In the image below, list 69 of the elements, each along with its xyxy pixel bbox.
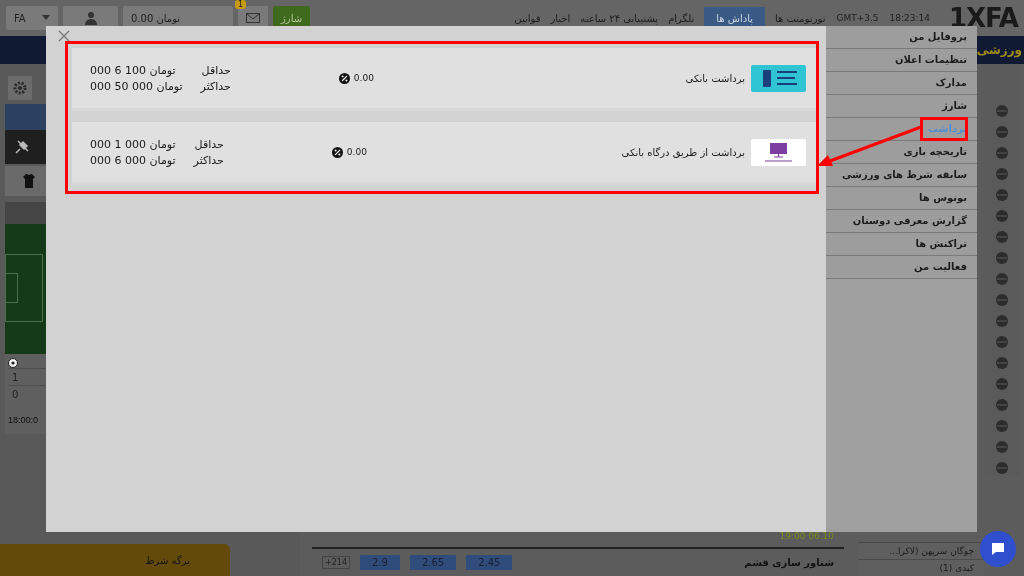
method-name: برداشت بانکی [684,72,745,84]
sports-section-tab[interactable]: ورزشی [976,43,1022,57]
account-menu-item[interactable]: شارژ [826,95,977,118]
sport-icon[interactable] [995,167,1009,181]
sport-icon[interactable] [995,335,1009,349]
message-count-badge: 1 [235,0,247,9]
account-menu-item[interactable]: مدارک [826,72,977,95]
sport-icon[interactable] [995,398,1009,412]
sport-icon[interactable] [995,440,1009,454]
sport-icon[interactable] [995,188,1009,202]
sport-icon[interactable] [995,314,1009,328]
limit-amount: 000 1 000 تومان [90,137,176,151]
sport-list-item[interactable]: کبدی (1) [858,559,984,576]
match-time: 18:00:0 [8,415,39,425]
limit-label: حداقل [200,63,231,77]
sport-icon[interactable] [995,104,1009,118]
nav-link[interactable]: تلگرام [668,12,695,24]
sport-icon[interactable] [995,272,1009,286]
limit-label: حداقل [193,137,224,151]
caret-icon [42,15,50,21]
match-name: شناور سازی قشم [744,557,834,568]
limit-amount: 000 6 000 تومان [90,153,176,167]
account-menu-item[interactable]: پروفایل من [826,26,977,49]
sport-icon[interactable] [995,209,1009,223]
bet-slip-tab[interactable]: برگه شرط [0,544,230,576]
account-menu-item[interactable]: تنظیمات اعلان [826,49,977,72]
language-select[interactable]: FA [6,6,58,30]
account-menu-item[interactable]: فعالیت من [826,256,977,279]
sport-icon[interactable] [995,146,1009,160]
timezone-label: GMT+3.5 [836,13,879,23]
pin-icon[interactable] [15,140,29,154]
chat-icon [990,541,1006,557]
sport-icon[interactable] [995,251,1009,265]
ball-icon [8,358,18,368]
chat-button[interactable] [980,531,1016,567]
limit-amount: 000 6 100 تومان [90,63,177,77]
score-value: 1 [11,371,19,383]
fee-value: 0.00 [353,73,374,83]
nav-link[interactable]: اخبار [550,12,571,24]
sport-icon[interactable] [995,125,1009,139]
method-name: برداشت از طریق درگاه بانکی [620,146,745,158]
limit-label: حداکثر [193,153,224,167]
sport-icon[interactable] [995,293,1009,307]
close-icon[interactable] [58,30,72,44]
sport-icon[interactable] [995,419,1009,433]
nav-link[interactable]: پشتیبانی ۲۴ ساعته [580,12,659,24]
shirt-icon [23,174,35,188]
nav-link[interactable]: تورنومنت ها [775,12,826,24]
person-icon [83,11,98,25]
account-menu-item[interactable]: گزارش معرفی دوستان [826,210,977,233]
sport-icon[interactable] [995,377,1009,391]
settings-icon[interactable] [8,76,32,100]
highlight-frame [920,117,968,141]
clock: 18:23:14 [889,13,930,23]
event-date: 19:00 06.10 [779,531,834,541]
limit-amount: 000 50 000 تومان [90,79,183,93]
account-menu-item[interactable]: بونوس ها [826,187,977,210]
bank-card-logo-icon [751,64,806,92]
sport-icon[interactable] [995,356,1009,370]
percent-icon [331,146,343,158]
envelope-icon [246,13,260,23]
account-menu-item[interactable]: تراکنش ها [826,233,977,256]
sport-icon[interactable] [995,461,1009,475]
fee-value: 0.00 [346,147,367,157]
sport-icon[interactable] [995,230,1009,244]
monitor-logo-icon [751,138,806,166]
percent-icon [338,72,350,84]
nav-link[interactable]: قوانین [514,12,541,24]
limit-label: حداکثر [200,79,231,93]
